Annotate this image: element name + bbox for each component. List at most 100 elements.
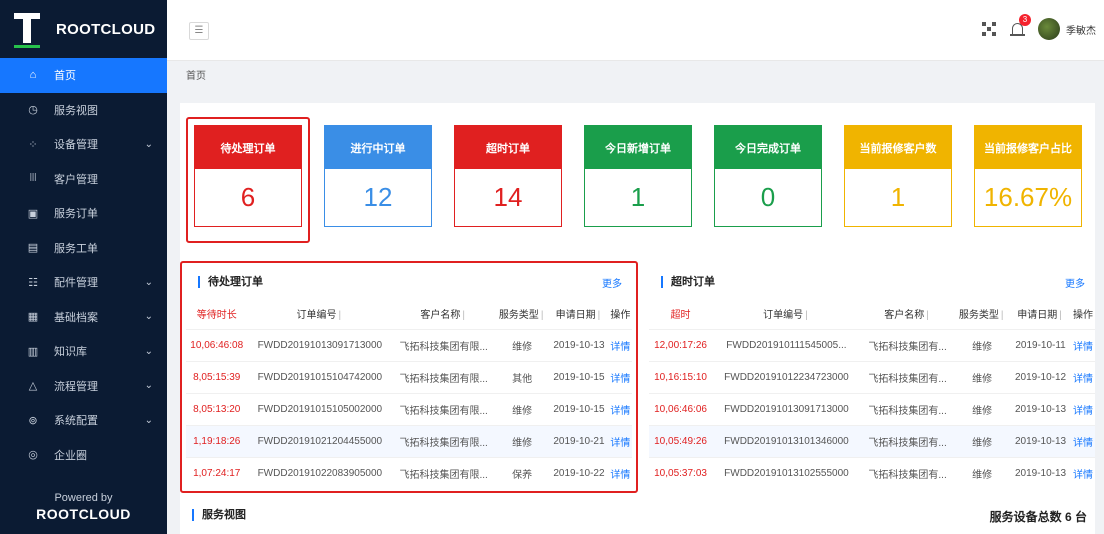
- stat-card-value: 12: [363, 182, 393, 212]
- stat-card-label: 今日新增订单: [585, 126, 691, 169]
- sidebar-item-label: 系统配置: [54, 415, 98, 428]
- sidebar-item-10[interactable]: ⊚ 系统配置 ⌄: [0, 403, 167, 438]
- home-icon: ⌂: [29, 69, 37, 82]
- clock-icon: ◷: [28, 104, 38, 117]
- table-row[interactable]: 10,16:15:10 FWDD20191012234723000 飞拓科技集团有.…: [649, 360, 1095, 393]
- wait-duration: 10,06:46:06: [649, 392, 713, 425]
- service-view-title: 服务视图: [192, 509, 246, 521]
- sidebar-item-label: 首页: [54, 70, 76, 83]
- table-cell: FWDD20191013102555000: [712, 456, 861, 489]
- timeout-orders-table: 超时 订单编号 | 客户名称 | 服务类型 | 申请日期 | 操作 12,00:17:26 FWDD…: [649, 299, 1095, 489]
- table-cell: 2019-10-13: [1010, 456, 1072, 489]
- table-cell: FWDD20191013101346000: [712, 424, 861, 457]
- sidebar-item-label: 服务工单: [54, 242, 98, 255]
- detail-link[interactable]: 详情: [1071, 360, 1095, 393]
- sidebar-item-label: 企业圈: [54, 449, 87, 462]
- card-highlight: [186, 117, 310, 243]
- table-cell: 维修: [954, 360, 1010, 393]
- table-cell: FWDD201910111545005...: [712, 328, 861, 361]
- sidebar-item-9[interactable]: △ 流程管理 ⌄: [0, 369, 167, 404]
- pending-orders-highlight: [180, 261, 638, 493]
- table-row[interactable]: 10,05:49:26 FWDD20191013101346000 飞拓科技集团有.…: [649, 424, 1095, 457]
- sidebar-item-label: 服务视图: [54, 104, 98, 117]
- sidebar-item-11[interactable]: ◎ 企业圈: [0, 438, 167, 473]
- sidebar-item-2[interactable]: ⁘ 设备管理 ⌄: [0, 127, 167, 162]
- chevron-down-icon: ⌄: [144, 276, 153, 288]
- table-cell: 飞拓科技集团有...: [860, 424, 955, 457]
- table-cell: FWDD20191012234723000: [712, 360, 861, 393]
- qr-code-icon[interactable]: [982, 22, 996, 36]
- stat-card-label: 当前报修客户数: [845, 126, 951, 169]
- detail-link[interactable]: 详情: [1071, 392, 1095, 425]
- flow-icon: △: [28, 380, 38, 393]
- sidebar-item-5[interactable]: ▤ 服务工单: [0, 231, 167, 266]
- stat-card-label: 进行中订单: [325, 126, 431, 169]
- sidebar-item-label: 配件管理: [54, 277, 98, 290]
- sidebar: ROOTCLOUD ⌂ 首页 ◷ 服务视图 ⁘ 设备管理 ⌄ ꔖ 客户管理 ▣ 服务订单 ▤ 服务工单 ☷…: [0, 0, 167, 534]
- table-cell: 2019-10-11: [1010, 328, 1072, 361]
- column-header: 超时: [670, 310, 691, 322]
- table-cell: 2019-10-12: [1010, 360, 1072, 393]
- stat-card[interactable]: 今日完成订单 0: [714, 125, 822, 227]
- menu-toggle-button[interactable]: ☰: [189, 22, 209, 40]
- table-cell: 飞拓科技集团有...: [860, 392, 955, 425]
- stat-card[interactable]: 进行中订单 12: [324, 125, 432, 227]
- sidebar-item-1[interactable]: ◷ 服务视图: [0, 93, 167, 128]
- stat-cards: 待处理订单 6 进行中订单 12 超时订单 14 今日新增订单 1 今日完成订单 0 当前报修客户数…: [186, 117, 1104, 243]
- stat-card[interactable]: 超时订单 14: [454, 125, 562, 227]
- timeout-orders-more-link[interactable]: 更多: [1065, 275, 1085, 290]
- table-cell: 维修: [954, 456, 1010, 489]
- table-cell: 2019-10-13: [1010, 392, 1072, 425]
- sidebar-item-7[interactable]: ▦ 基础档案 ⌄: [0, 300, 167, 335]
- table-cell: 维修: [954, 328, 1010, 361]
- sidebar-item-3[interactable]: ꔖ 客户管理: [0, 162, 167, 197]
- timeout-orders-title: 超时订单: [661, 276, 715, 288]
- powered-by: Powered by ROOTCLOUD: [0, 492, 167, 522]
- avatar[interactable]: [1038, 18, 1060, 40]
- wait-duration: 12,00:17:26: [649, 328, 713, 361]
- circle-icon: ◎: [28, 449, 38, 462]
- logo-mark-icon: [14, 9, 40, 49]
- stat-card-value: 1: [890, 182, 906, 212]
- sidebar-item-4[interactable]: ▣ 服务订单: [0, 196, 167, 231]
- table-cell: 维修: [954, 392, 1010, 425]
- table-row[interactable]: 12,00:17:26 FWDD201910111545005... 飞拓科技集团有…: [649, 328, 1095, 361]
- stat-card-value: 0: [760, 182, 776, 212]
- stat-card[interactable]: 今日新增订单 1: [584, 125, 692, 227]
- stat-card-label: 当前报修客户占比: [975, 126, 1081, 169]
- users-icon: ꔖ: [29, 172, 37, 185]
- notification-bell-icon[interactable]: 3: [1010, 14, 1031, 38]
- stat-card-label: 今日完成订单: [715, 126, 821, 169]
- app-logo[interactable]: ROOTCLOUD: [0, 0, 167, 58]
- stat-card-value: 16.67%: [983, 182, 1073, 212]
- sidebar-item-6[interactable]: ☷ 配件管理 ⌄: [0, 265, 167, 300]
- wait-duration: 10,16:15:10: [649, 360, 713, 393]
- order-icon: ▣: [27, 207, 39, 220]
- stat-card[interactable]: 当前报修客户数 1: [844, 125, 952, 227]
- settings-icon: ⊚: [28, 414, 38, 427]
- column-header: 订单编号 |: [763, 310, 808, 322]
- service-view-panel: 服务视图 服务设备总数 6 台: [180, 500, 1095, 534]
- detail-link[interactable]: 详情: [1071, 328, 1095, 361]
- sidebar-item-label: 服务订单: [54, 208, 98, 221]
- username[interactable]: 季敏杰: [1066, 22, 1096, 37]
- table-cell: 飞拓科技集团有...: [860, 328, 955, 361]
- detail-link[interactable]: 详情: [1071, 456, 1095, 489]
- logo-text: ROOTCLOUD: [56, 20, 156, 38]
- sidebar-nav: ⌂ 首页 ◷ 服务视图 ⁘ 设备管理 ⌄ ꔖ 客户管理 ▣ 服务订单 ▤ 服务工单 ☷ 配件管理 ⌄ ▦ 基础档案…: [0, 58, 167, 472]
- column-header: 客户名称 |: [884, 310, 929, 322]
- sidebar-item-label: 客户管理: [54, 173, 98, 186]
- notification-badge: 3: [1019, 14, 1031, 26]
- table-row[interactable]: 10,05:37:03 FWDD20191013102555000 飞拓科技集团有.…: [649, 456, 1095, 489]
- stat-card-value: 14: [493, 182, 523, 212]
- powered-by-brand: ROOTCLOUD: [36, 506, 131, 522]
- table-cell: 维修: [954, 424, 1010, 457]
- sidebar-item-label: 知识库: [54, 346, 87, 359]
- detail-link[interactable]: 详情: [1071, 424, 1095, 457]
- stat-card[interactable]: 当前报修客户占比 16.67%: [974, 125, 1082, 227]
- powered-by-label: Powered by: [54, 492, 113, 504]
- sidebar-item-8[interactable]: ▥ 知识库 ⌄: [0, 334, 167, 369]
- table-cell: FWDD20191013091713000: [712, 392, 861, 425]
- sidebar-item-0[interactable]: ⌂ 首页: [0, 58, 167, 93]
- table-row[interactable]: 10,06:46:06 FWDD20191013091713000 飞拓科技集团有.…: [649, 392, 1095, 425]
